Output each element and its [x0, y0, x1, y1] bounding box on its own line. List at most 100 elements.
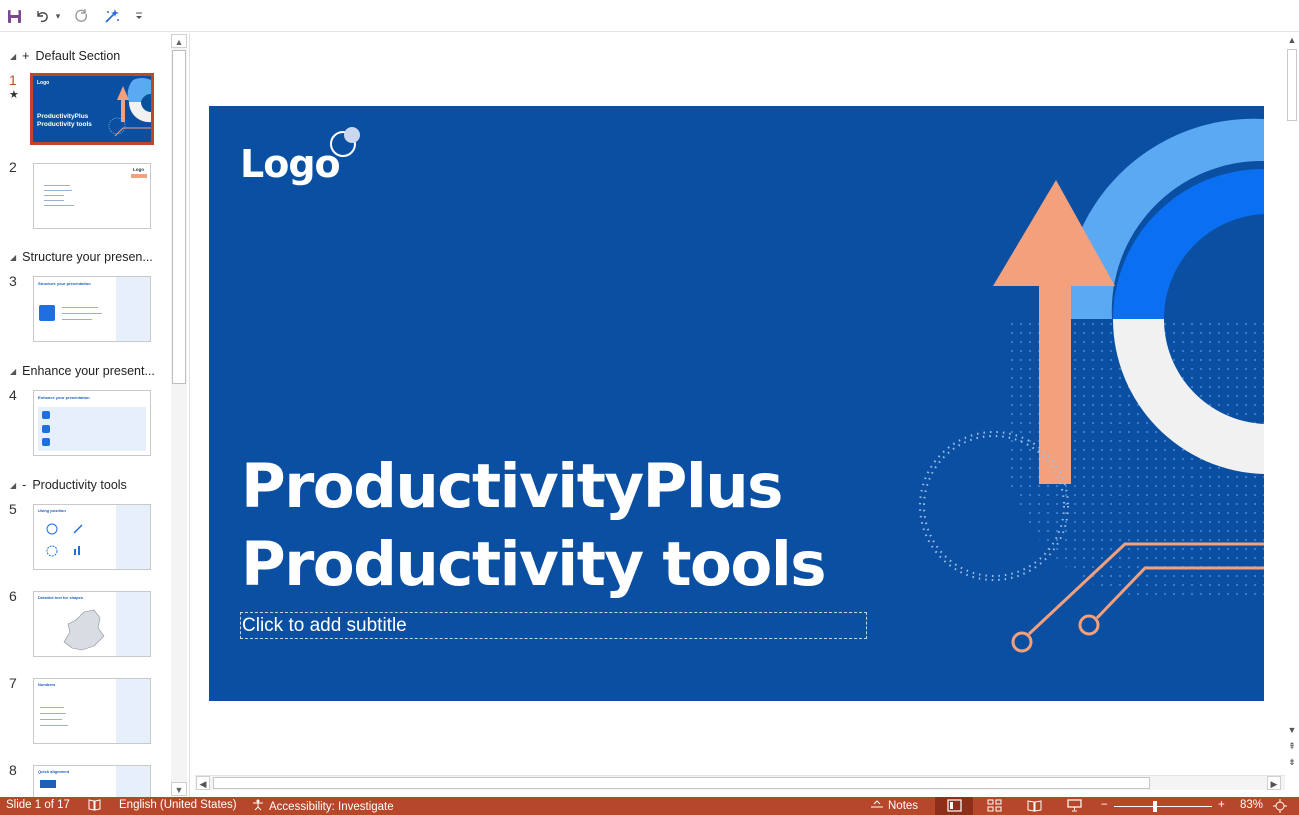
thumb-accent: [131, 174, 147, 178]
scroll-left-arrow-icon[interactable]: ◀: [196, 776, 210, 790]
thumb-line: [40, 725, 68, 726]
thumb-logo: Logo: [133, 167, 144, 172]
slide-sorter-icon[interactable]: [987, 799, 1002, 812]
thumb-panel: [38, 407, 146, 451]
thumb-sidebar: [116, 505, 150, 569]
section-label: Structure your presen...: [22, 250, 153, 264]
thumb-line: [62, 313, 102, 314]
magic-wand-icon[interactable]: [101, 5, 121, 27]
slide-thumbnail-panel: ◢ + Default Section 1 ★ Logo Productivit…: [0, 33, 190, 797]
scroll-down-arrow-icon[interactable]: ▼: [1285, 725, 1299, 735]
scrollbar-thumb[interactable]: [1287, 49, 1297, 121]
slide-title[interactable]: ProductivityPlus Productivity tools: [241, 448, 827, 604]
slide-canvas[interactable]: Logo ProductivityPlus Productivity tools…: [209, 106, 1264, 701]
thumb-line: [44, 205, 74, 206]
section-header-default[interactable]: ◢ + Default Section: [10, 49, 120, 63]
slide-number: 1: [9, 72, 17, 88]
collapse-triangle-icon[interactable]: ◢: [10, 367, 16, 376]
slide-number: 8: [9, 762, 17, 778]
fit-to-window-icon[interactable]: [1273, 799, 1287, 813]
slide-number: 4: [9, 387, 17, 403]
slide-counter[interactable]: Slide 1 of 17: [6, 799, 70, 811]
thumb-title: Structure your presentation: [38, 281, 91, 286]
thumb-line: [44, 195, 64, 196]
zoom-slider-thumb[interactable]: [1153, 801, 1157, 812]
thumb-sidebar: [116, 766, 150, 797]
scrollbar-thumb[interactable]: [172, 50, 186, 384]
previous-slide-icon[interactable]: ⇞: [1285, 741, 1299, 752]
slide-show-icon[interactable]: [1067, 799, 1082, 812]
undo-icon[interactable]: [32, 5, 52, 27]
collapse-triangle-icon[interactable]: ◢: [10, 481, 16, 490]
slide-number: 7: [9, 675, 17, 691]
section-label: Default Section: [35, 49, 121, 63]
slide-number: 2: [9, 159, 17, 175]
thumb-line: [62, 307, 98, 308]
editor-vertical-scrollbar[interactable]: ▲ ▼ ⇞ ⇟: [1285, 33, 1299, 775]
scroll-up-arrow-icon[interactable]: ▲: [1285, 35, 1299, 45]
thumb-block: [40, 780, 56, 788]
editor-horizontal-scrollbar[interactable]: ◀ ▶: [195, 775, 1285, 790]
zoom-in-button[interactable]: +: [1218, 799, 1225, 811]
thumb-title: Detailed text for shapes: [38, 595, 84, 600]
customize-qat-icon[interactable]: [132, 5, 146, 27]
slide-thumbnail-5[interactable]: Using position: [33, 504, 151, 570]
thumb-line: [40, 713, 66, 714]
scroll-down-arrow-icon[interactable]: ▼: [171, 782, 187, 796]
thumb-icon: [42, 425, 50, 433]
slide-number: 3: [9, 273, 17, 289]
language-indicator[interactable]: English (United States): [119, 799, 237, 811]
thumb-block: [39, 305, 55, 321]
zoom-level[interactable]: 83%: [1240, 799, 1263, 811]
redo-icon[interactable]: [71, 5, 91, 27]
zoom-out-button[interactable]: −: [1101, 799, 1108, 811]
collapse-triangle-icon[interactable]: ◢: [10, 253, 16, 262]
thumbnail-scrollbar[interactable]: ▲ ▼: [171, 34, 187, 796]
slide-logo: Logo: [240, 142, 341, 186]
thumb-title: Using position: [38, 508, 66, 513]
thumb-line: [44, 200, 64, 201]
thumb-title: Quick alignment: [38, 769, 70, 774]
scroll-right-arrow-icon[interactable]: ▶: [1267, 776, 1281, 790]
scroll-up-arrow-icon[interactable]: ▲: [171, 34, 187, 48]
section-prefix: -: [22, 478, 27, 492]
thumb-icons: [46, 523, 83, 557]
subtitle-placeholder[interactable]: Click to add subtitle: [240, 612, 867, 639]
thumb-title: Numbers: [38, 682, 56, 687]
accessibility-label: Accessibility: Investigate: [269, 800, 394, 813]
thumb-line: [62, 319, 92, 320]
thumb-graphics: [108, 78, 151, 137]
slide-thumbnail-8[interactable]: Quick alignment: [33, 765, 151, 797]
collapse-triangle-icon[interactable]: ◢: [10, 52, 16, 61]
thumb-line: [40, 707, 64, 708]
title-line-2: Productivity tools: [241, 529, 827, 600]
normal-view-icon[interactable]: [947, 799, 962, 812]
chevron-down-icon[interactable]: ▾: [53, 5, 63, 27]
scrollbar-thumb[interactable]: [213, 777, 1150, 789]
slide-thumbnail-1[interactable]: Logo ProductivityPlus Productivity tools: [30, 73, 154, 145]
slide-thumbnail-7[interactable]: Numbers: [33, 678, 151, 744]
section-header-structure[interactable]: ◢ Structure your presen...: [10, 250, 153, 264]
status-bar: Slide 1 of 17 English (United States) Ac…: [0, 797, 1299, 815]
slide-thumbnail-3[interactable]: Structure your presentation: [33, 276, 151, 342]
next-slide-icon[interactable]: ⇟: [1285, 757, 1299, 768]
save-icon[interactable]: [4, 5, 24, 27]
section-header-productivity[interactable]: ◢ - Productivity tools: [10, 478, 127, 492]
zoom-slider-track[interactable]: [1114, 806, 1212, 807]
slide-thumbnail-4[interactable]: Enhance your presentation: [33, 390, 151, 456]
section-header-enhance[interactable]: ◢ Enhance your present...: [10, 364, 155, 378]
spelling-icon[interactable]: [88, 799, 101, 811]
thumb-line: [40, 719, 62, 720]
thumb-sidebar: [116, 592, 150, 656]
slide-thumbnail-2[interactable]: Logo: [33, 163, 151, 229]
thumb-sidebar: [116, 277, 150, 341]
section-prefix: +: [22, 49, 30, 63]
notes-button[interactable]: Notes: [870, 799, 918, 812]
reading-view-icon[interactable]: [1027, 799, 1042, 812]
thumb-line: [44, 190, 72, 191]
thumb-map: [63, 609, 105, 651]
thumb-sidebar: [116, 679, 150, 743]
slide-thumbnail-6[interactable]: Detailed text for shapes: [33, 591, 151, 657]
accessibility-checker[interactable]: Accessibility: Investigate: [251, 799, 394, 814]
title-line-1: ProductivityPlus: [241, 451, 783, 522]
